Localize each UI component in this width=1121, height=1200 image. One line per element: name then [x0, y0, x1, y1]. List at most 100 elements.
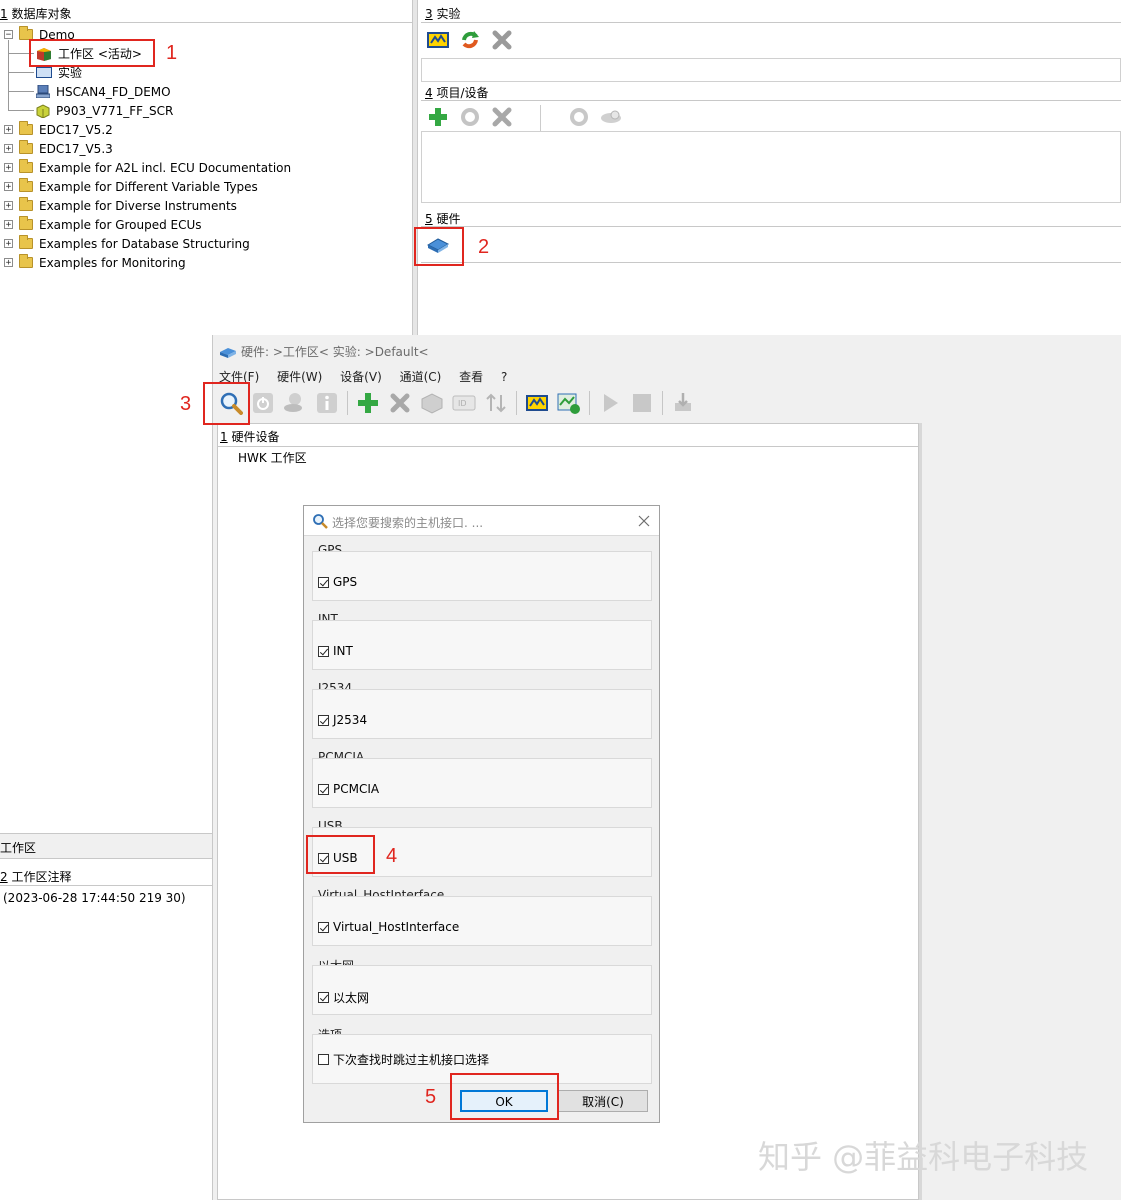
- expand-icon[interactable]: +: [4, 220, 13, 230]
- checkbox-icon[interactable]: [318, 1054, 329, 1065]
- checkbox-icon[interactable]: [318, 783, 329, 795]
- svg-text:ID: ID: [458, 399, 467, 408]
- search-bar[interactable]: 选择您要搜索的主机接口. ...: [304, 506, 659, 536]
- annotation-box-ok: [450, 1073, 559, 1120]
- collapse-icon[interactable]: −: [4, 30, 13, 40]
- checkbox-label: J2534: [333, 713, 368, 727]
- expand-icon[interactable]: +: [4, 144, 13, 154]
- module-icon[interactable]: [420, 391, 444, 415]
- tree-line: [8, 91, 34, 92]
- tree-item-hwk[interactable]: HWK 工作区: [238, 449, 307, 466]
- stop-icon[interactable]: [630, 391, 654, 415]
- divider: [421, 22, 1121, 23]
- search-icon: [312, 513, 328, 529]
- sync-icon[interactable]: [567, 105, 591, 129]
- checkbox-virtual[interactable]: Virtual_HostInterface: [318, 920, 459, 934]
- comment-text: (2023-06-28 17:44:50 219 30): [3, 891, 186, 905]
- menu-device[interactable]: 设备(V): [340, 368, 382, 385]
- menu-view[interactable]: 查看: [459, 368, 483, 385]
- experiment-toolbar: [426, 28, 514, 52]
- watermark: 知乎 @菲益科电子科技: [758, 1138, 1089, 1176]
- header-label: 数据库对象: [11, 7, 72, 21]
- project-content: [421, 131, 1121, 203]
- comment-header: 2 工作区注释: [0, 868, 71, 885]
- delete-icon[interactable]: [388, 391, 412, 415]
- expand-icon[interactable]: +: [4, 163, 13, 173]
- checkbox-icon[interactable]: [318, 714, 329, 726]
- hardware-icon: [219, 345, 237, 359]
- tree-item-root[interactable]: + Examples for Monitoring: [4, 253, 186, 272]
- host-interface-dialog: 选择您要搜索的主机接口. ... GPS GPS INT INT J2534 J…: [303, 505, 660, 1123]
- tree-item-label: Example for Grouped ECUs: [39, 217, 202, 232]
- tree-item-root[interactable]: + Example for Grouped ECUs: [4, 215, 202, 234]
- sort-icon[interactable]: [484, 391, 508, 415]
- tree-item-root[interactable]: + Example for Diverse Instruments: [4, 196, 237, 215]
- delete-icon[interactable]: [490, 28, 514, 52]
- checkbox-int[interactable]: INT: [318, 644, 353, 658]
- checkbox-pcmcia[interactable]: PCMCIA: [318, 782, 379, 796]
- header-number: 4: [425, 86, 433, 100]
- tree-item-root[interactable]: + Example for Different Variable Types: [4, 177, 258, 196]
- expand-icon[interactable]: +: [4, 125, 13, 135]
- expand-icon[interactable]: +: [4, 239, 13, 249]
- id-icon[interactable]: ID: [452, 391, 476, 415]
- menu-channel[interactable]: 通道(C): [400, 368, 442, 385]
- toolbar-separator: [516, 391, 517, 415]
- experiment-header: 3 实验: [425, 5, 460, 22]
- checkbox-icon[interactable]: [318, 576, 329, 588]
- annotation-number: 2: [478, 236, 490, 258]
- experiment-icon[interactable]: [525, 391, 549, 415]
- window-title: 硬件: >工作区< 实验: >Default<: [219, 343, 429, 360]
- download-icon[interactable]: [671, 391, 695, 415]
- refresh-icon[interactable]: [458, 105, 482, 129]
- folder-icon: [19, 197, 33, 211]
- refresh-icon[interactable]: [458, 28, 482, 52]
- info-icon[interactable]: [315, 391, 339, 415]
- tree-item-root[interactable]: + EDC17_V5.2: [4, 120, 113, 139]
- add-icon[interactable]: [426, 105, 450, 129]
- folder-icon: [19, 235, 33, 249]
- header-number: 3: [425, 7, 433, 21]
- menu-hardware[interactable]: 硬件(W): [277, 368, 322, 385]
- checkbox-gps[interactable]: GPS: [318, 575, 357, 589]
- header-label: 硬件: [436, 212, 461, 226]
- power-icon[interactable]: [251, 391, 275, 415]
- tree-item-root[interactable]: + Examples for Database Structuring: [4, 234, 250, 253]
- tree-line: [8, 72, 34, 73]
- header-number: 1: [0, 7, 8, 21]
- expand-icon[interactable]: +: [4, 258, 13, 268]
- add-icon[interactable]: [356, 391, 380, 415]
- tree-item-hscan4[interactable]: HSCAN4_FD_DEMO: [35, 82, 171, 101]
- experiment-icon[interactable]: [426, 28, 450, 52]
- checkbox-j2534[interactable]: J2534: [318, 713, 367, 727]
- search-device-icon[interactable]: [599, 105, 623, 129]
- tree-item-p903[interactable]: P903_V771_FF_SCR: [36, 101, 173, 120]
- annotation-number: 4: [386, 845, 398, 867]
- side-pane: [919, 423, 1121, 1200]
- checkbox-icon[interactable]: [318, 921, 329, 933]
- measure-icon[interactable]: [557, 391, 581, 415]
- folder-icon: [19, 216, 33, 230]
- workspace-tab[interactable]: 工作区: [0, 833, 212, 859]
- header-number: 1: [220, 430, 228, 444]
- delete-icon[interactable]: [490, 105, 514, 129]
- disconnect-icon[interactable]: [283, 391, 307, 415]
- folder-icon: [19, 254, 33, 268]
- checkbox-skip-selection[interactable]: 下次查找时跳过主机接口选择: [318, 1051, 489, 1068]
- menu-help[interactable]: ?: [501, 370, 507, 384]
- play-icon[interactable]: [598, 391, 622, 415]
- close-icon[interactable]: [637, 514, 651, 528]
- checkbox-icon[interactable]: [318, 645, 329, 657]
- hardware-header: 5 硬件: [425, 210, 460, 227]
- tree-item-root[interactable]: + EDC17_V5.3: [4, 139, 113, 158]
- expand-icon[interactable]: +: [4, 182, 13, 192]
- checkbox-icon[interactable]: [318, 992, 329, 1003]
- cancel-button[interactable]: 取消(C): [558, 1090, 648, 1112]
- search-input[interactable]: 选择您要搜索的主机接口. ...: [332, 514, 483, 531]
- database-objects-header: 1 数据库对象: [0, 5, 71, 22]
- checkbox-ethernet[interactable]: 以太网: [318, 989, 369, 1006]
- divider: [421, 100, 1121, 101]
- tree-item-label: HSCAN4_FD_DEMO: [56, 84, 171, 99]
- expand-icon[interactable]: +: [4, 201, 13, 211]
- tree-item-root[interactable]: + Example for A2L incl. ECU Documentation: [4, 158, 291, 177]
